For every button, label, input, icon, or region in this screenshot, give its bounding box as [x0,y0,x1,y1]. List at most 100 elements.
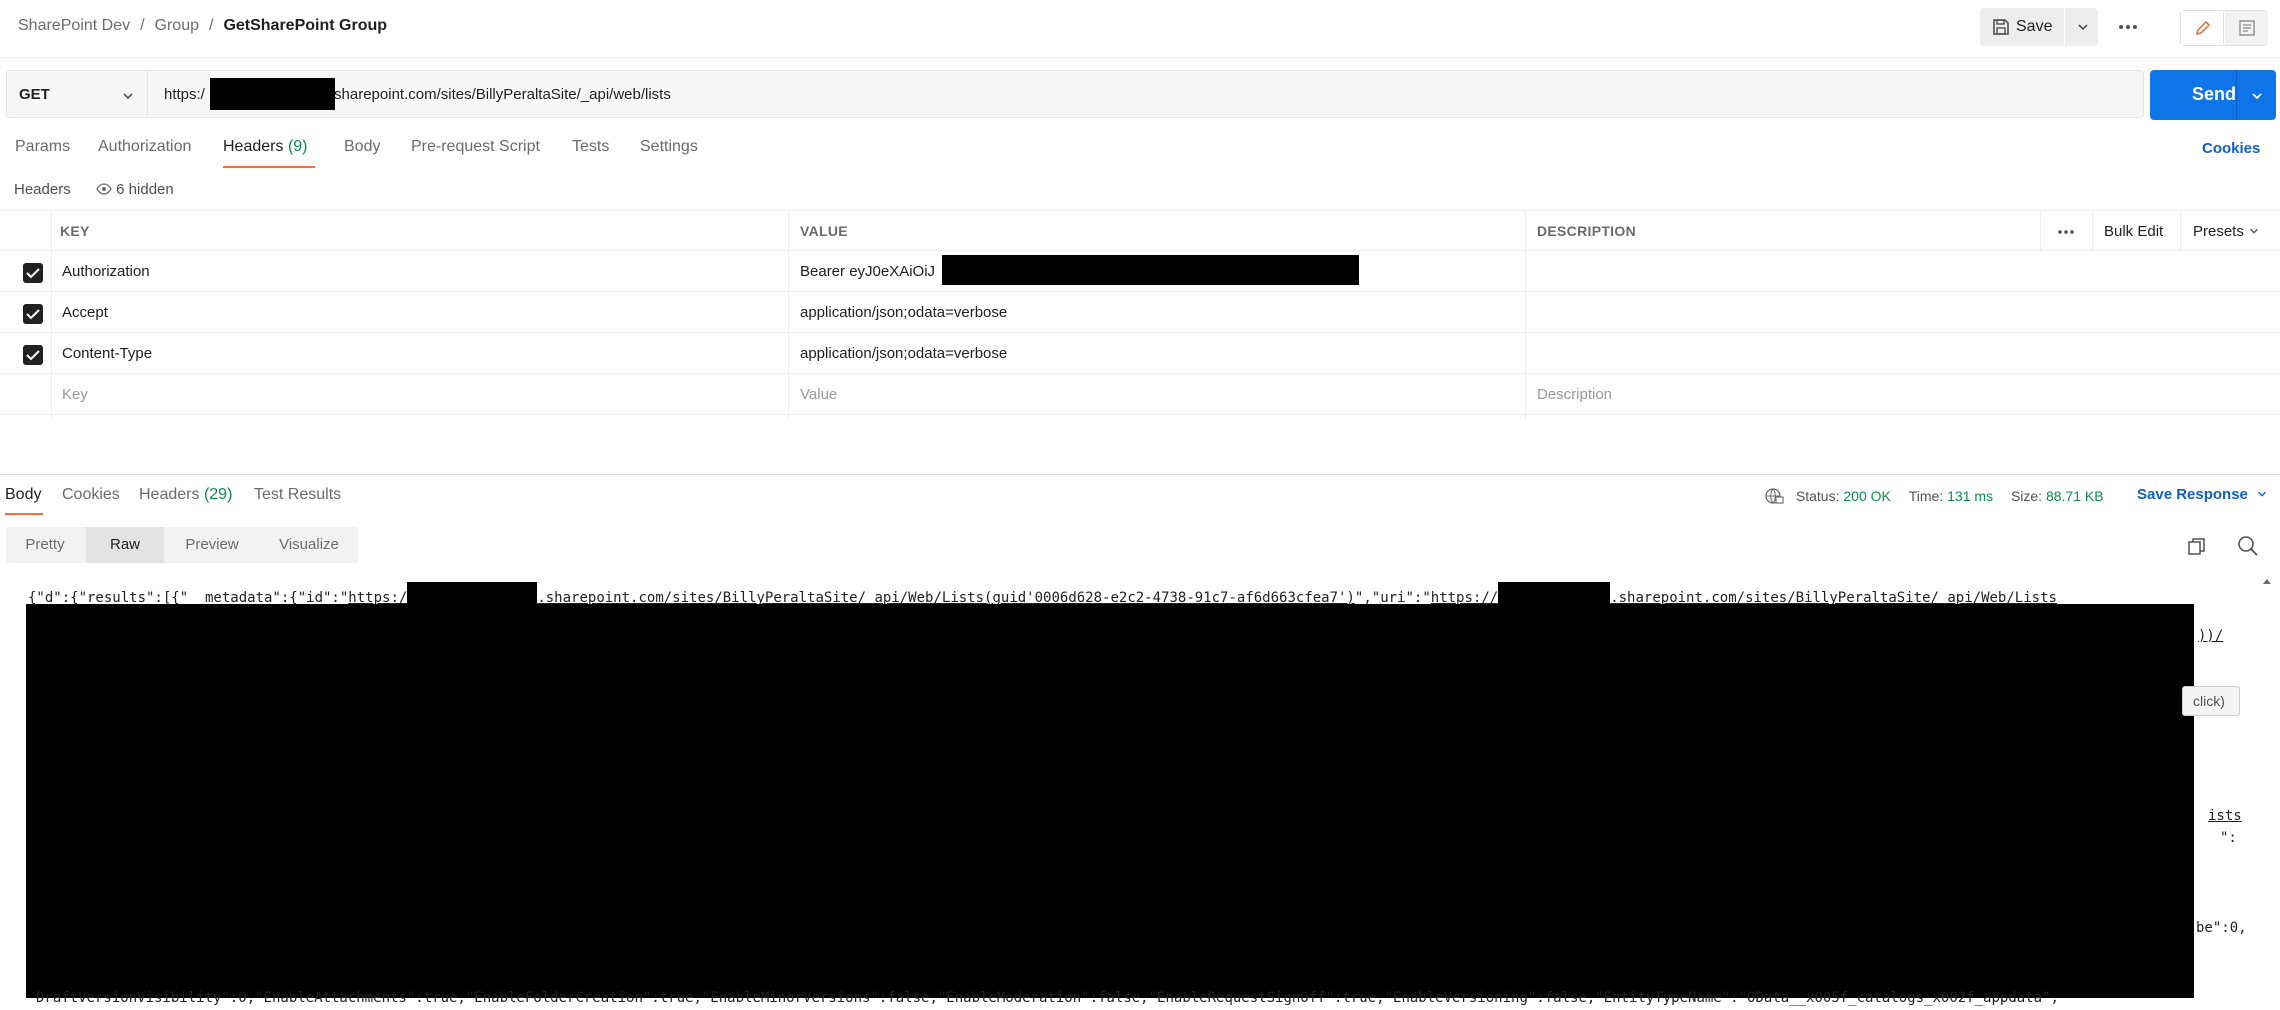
breadcrumb-item-collection[interactable]: SharePoint Dev [18,17,130,34]
value-input[interactable]: Value [800,374,837,415]
key-input[interactable]: Key [62,374,88,415]
header-value[interactable]: Bearer eyJ0eXAiOiJ [800,251,935,292]
copy-icon[interactable] [2186,536,2208,558]
tab-label: Body [344,138,381,155]
send-label: Send [2192,84,2237,104]
globe-network-icon[interactable] [1764,487,1784,505]
tab-label: Headers [223,138,284,155]
active-tab-indicator [223,166,315,168]
tab-label: Settings [640,138,698,155]
tab-response-body[interactable]: Body [5,486,41,504]
ellipsis-icon[interactable] [2114,14,2142,40]
breadcrumb: SharePoint Dev / Group / GetSharePoint Group [18,17,387,35]
size-label: Size: [2010,488,2043,504]
tab-test-results[interactable]: Test Results [254,486,341,504]
save-label: Save [2016,18,2053,35]
status-label: Status: [1795,488,1840,504]
tab-headers[interactable]: Headers (9) [223,138,308,156]
table-row-new[interactable]: Key Value Description [0,374,2280,415]
tab-settings[interactable]: Settings [640,138,698,156]
breadcrumb-separator: / [140,17,145,34]
breadcrumb-separator: / [208,17,214,34]
method-select[interactable]: GET [6,70,148,118]
search-icon[interactable] [2236,534,2260,558]
save-icon [1993,19,2009,35]
tab-pre-request-script[interactable]: Pre-request Script [411,138,540,156]
header-key[interactable]: Accept [62,292,108,333]
header-key[interactable]: Authorization [62,251,150,292]
time-value[interactable]: 131 ms [1947,488,1993,504]
view-raw[interactable]: Raw [86,527,164,563]
bulk-edit-button[interactable]: Bulk Edit [2104,211,2163,252]
url-prefix: https:/ [164,86,205,103]
table-row[interactable]: Accept application/json;odata=verbose [0,292,2280,333]
ellipsis-icon[interactable] [2054,211,2078,252]
tab-label: Pre-request Script [411,138,540,155]
tab-count: (29) [203,486,233,503]
view-visualize[interactable]: Visualize [260,527,358,563]
documentation-mode-button[interactable] [2225,11,2268,45]
scroll-up-icon[interactable] [2263,578,2271,584]
tab-body[interactable]: Body [344,138,380,156]
column-key: KEY [60,223,90,239]
headers-label: Headers [14,181,71,198]
edit-mode-button[interactable] [2181,11,2224,45]
header-value[interactable]: application/json;odata=verbose [800,292,1007,333]
column-divider [788,210,789,419]
column-divider [2180,210,2181,251]
response-divider[interactable] [0,474,2280,475]
response-body-line: DraftVersionVisibility":0,"EnableAttachm… [36,990,2059,1006]
response-meta: Status: 200 OK Time: 131 ms Size: 88.71 … [1764,487,2104,505]
hidden-headers-toggle[interactable]: 6 hidden [96,181,174,198]
checkmark-icon [26,350,40,361]
status-value[interactable]: 200 OK [1843,488,1890,504]
mode-toggle[interactable] [2180,10,2268,46]
chevron-down-icon[interactable] [2250,89,2264,103]
chevron-down-icon [2258,491,2266,497]
view-preview[interactable]: Preview [166,527,258,563]
vertical-scrollbar[interactable] [2262,576,2272,1010]
column-divider [2040,210,2041,251]
chevron-down-icon[interactable] [2076,20,2090,34]
view-pretty[interactable]: Pretty [6,527,84,563]
checkmark-icon [26,268,40,279]
tab-tests[interactable]: Tests [572,138,609,156]
column-divider [51,210,52,419]
size-value[interactable]: 88.71 KB [2046,488,2104,504]
presets-dropdown[interactable]: Presets [2193,211,2260,252]
redaction-box [26,604,2194,998]
send-button[interactable]: Send [2150,70,2276,120]
description-input[interactable]: Description [1537,374,1612,415]
tab-authorization[interactable]: Authorization [98,138,191,156]
url-input[interactable]: https:/ .sharepoint.com/sites/BillyPeralt… [148,70,2144,118]
header-enabled-checkbox[interactable] [23,263,43,283]
table-row[interactable]: Authorization Bearer eyJ0eXAiOiJ [0,251,2280,292]
save-response-label: Save Response [2137,486,2248,503]
header-key[interactable]: Content-Type [62,333,152,374]
tab-label: Headers [139,486,200,503]
breadcrumb-item-folder[interactable]: Group [155,17,199,34]
response-body[interactable]: {"d":{"results":[{"__metadata":{"id":"ht… [20,576,2260,1010]
column-divider [2092,210,2093,251]
tab-params[interactable]: Params [15,138,70,156]
redaction-box [210,78,335,110]
tooltip-fragment: click) [2182,686,2240,716]
tab-response-headers[interactable]: Headers (29) [139,486,232,504]
request-name[interactable]: GetSharePoint Group [223,17,387,34]
cookies-link[interactable]: Cookies [2202,140,2260,157]
tab-label: Tests [572,138,610,155]
save-button[interactable]: Save [1980,8,2098,46]
tab-response-cookies[interactable]: Cookies [62,486,120,504]
header-enabled-checkbox[interactable] [23,345,43,365]
eye-icon [96,183,112,195]
header-value[interactable]: application/json;odata=verbose [800,333,1007,374]
table-header-row: KEY VALUE DESCRIPTION Bulk Edit Presets [0,210,2280,251]
divider [2064,8,2065,46]
chevron-down-icon [123,93,133,100]
column-divider [1525,210,1526,419]
table-row[interactable]: Content-Type application/json;odata=verb… [0,333,2280,374]
url-suffix: .sharepoint.com/sites/BillyPeraltaSite/_… [329,86,671,103]
json-fragment: ists [2208,808,2242,824]
save-response-button[interactable]: Save Response [2137,486,2268,503]
header-enabled-checkbox[interactable] [23,304,43,324]
